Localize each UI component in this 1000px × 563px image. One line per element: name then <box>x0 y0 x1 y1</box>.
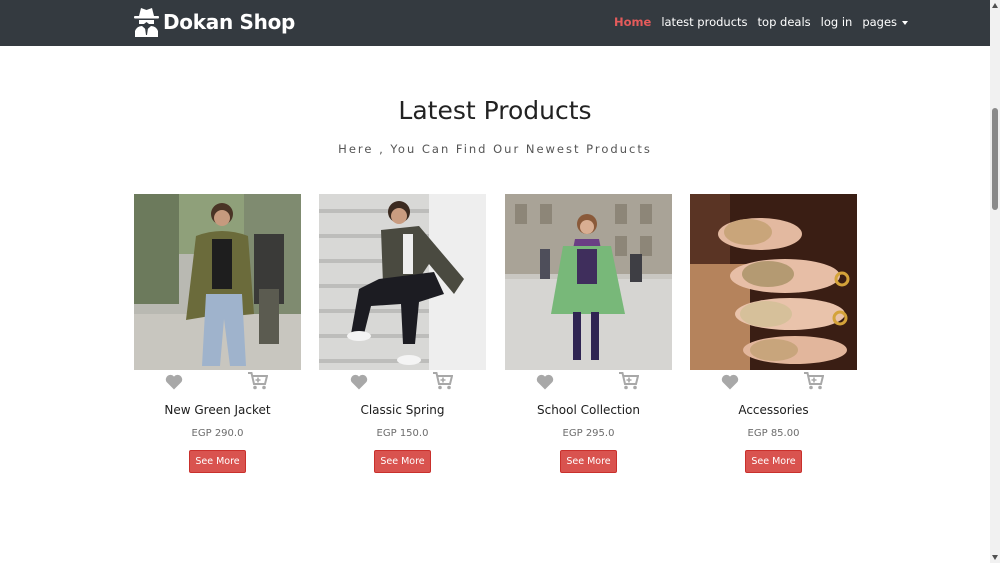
cart-icon[interactable] <box>619 372 639 390</box>
product-title: New Green Jacket <box>164 403 271 417</box>
see-more-button[interactable]: See More <box>560 450 617 473</box>
nav-link-top-deals[interactable]: top deals <box>758 15 811 29</box>
product-image-classic-spring[interactable] <box>319 194 486 370</box>
caret-down-icon <box>902 20 909 25</box>
cart-icon[interactable] <box>248 372 268 390</box>
product-price: EGP 85.00 <box>747 428 800 439</box>
heart-icon[interactable] <box>721 374 739 390</box>
see-more-button[interactable]: See More <box>374 450 431 473</box>
nav-link-latest-products[interactable]: latest products <box>661 15 747 29</box>
section-subtitle: Here , You Can Find Our Newest Products <box>338 142 652 156</box>
card-actions <box>690 370 857 400</box>
see-more-button[interactable]: See More <box>745 450 802 473</box>
product-title: Accessories <box>738 403 809 417</box>
product-card: School Collection EGP 295.0 See More <box>505 194 672 473</box>
product-card: Accessories EGP 85.00 See More <box>690 194 857 473</box>
product-price: EGP 150.0 <box>376 428 429 439</box>
heart-icon[interactable] <box>165 374 183 390</box>
scroll-down-arrow-icon[interactable] <box>992 555 998 560</box>
product-image-school-collection[interactable] <box>505 194 672 370</box>
section-title: Latest Products <box>398 96 592 125</box>
product-image-accessories[interactable] <box>690 194 857 370</box>
card-actions <box>505 370 672 400</box>
product-image-green-jacket[interactable] <box>134 194 301 370</box>
scroll-up-arrow-icon[interactable] <box>992 3 998 8</box>
see-more-button[interactable]: See More <box>189 450 246 473</box>
nav-link-home[interactable]: Home <box>614 15 651 29</box>
heart-icon[interactable] <box>536 374 554 390</box>
product-price: EGP 290.0 <box>191 428 244 439</box>
card-actions <box>319 370 486 400</box>
scrollbar-thumb[interactable] <box>992 108 998 210</box>
cart-icon[interactable] <box>804 372 824 390</box>
brand-name: Dokan Shop <box>163 10 296 34</box>
product-card: New Green Jacket EGP 290.0 See More <box>134 194 301 473</box>
cart-icon[interactable] <box>433 372 453 390</box>
product-title: Classic Spring <box>360 403 445 417</box>
vertical-scrollbar[interactable] <box>990 0 1000 563</box>
product-card: Classic Spring EGP 150.0 See More <box>319 194 486 473</box>
heart-icon[interactable] <box>350 374 368 390</box>
nav-dropdown-label: pages <box>862 15 898 29</box>
card-actions <box>134 370 301 400</box>
nav-dropdown-pages[interactable]: pages <box>862 15 909 29</box>
spy-icon <box>134 8 159 37</box>
nav-link-log-in[interactable]: log in <box>821 15 853 29</box>
brand-logo[interactable]: Dokan Shop <box>133 5 295 39</box>
nav-links: Home latest products top deals log in pa… <box>614 15 918 29</box>
product-title: School Collection <box>536 403 640 417</box>
navbar: Dokan Shop Home latest products top deal… <box>0 0 990 46</box>
product-price: EGP 295.0 <box>562 428 615 439</box>
